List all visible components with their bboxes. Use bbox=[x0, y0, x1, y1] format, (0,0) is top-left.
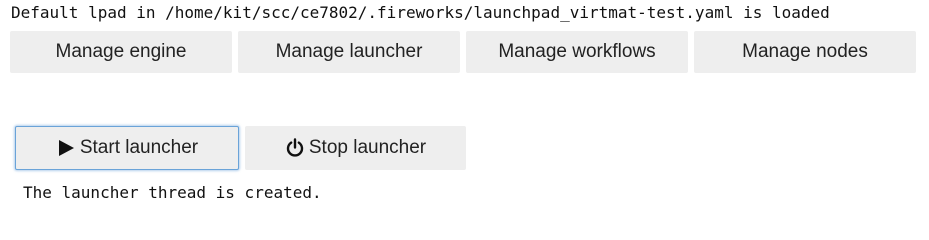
start-launcher-label: Start launcher bbox=[79, 137, 199, 158]
manage-engine-button[interactable]: Manage engine bbox=[10, 31, 232, 73]
manage-workflows-button[interactable]: Manage workflows bbox=[466, 31, 688, 73]
manage-nodes-button[interactable]: Manage nodes bbox=[694, 31, 916, 73]
output-message: The launcher thread is created. bbox=[23, 183, 322, 202]
manage-button-bar: Manage engine Manage launcher Manage wor… bbox=[10, 31, 916, 73]
play-icon bbox=[56, 138, 76, 158]
stop-launcher-button[interactable]: Stop launcher bbox=[245, 126, 466, 170]
stop-launcher-label: Stop launcher bbox=[308, 137, 427, 158]
manage-launcher-button[interactable]: Manage launcher bbox=[238, 31, 460, 73]
start-launcher-button[interactable]: Start launcher bbox=[15, 126, 239, 170]
launcher-controls: Start launcher Stop launcher bbox=[15, 126, 466, 170]
status-message: Default lpad in /home/kit/scc/ce7802/.fi… bbox=[11, 3, 830, 22]
power-icon bbox=[285, 138, 305, 158]
